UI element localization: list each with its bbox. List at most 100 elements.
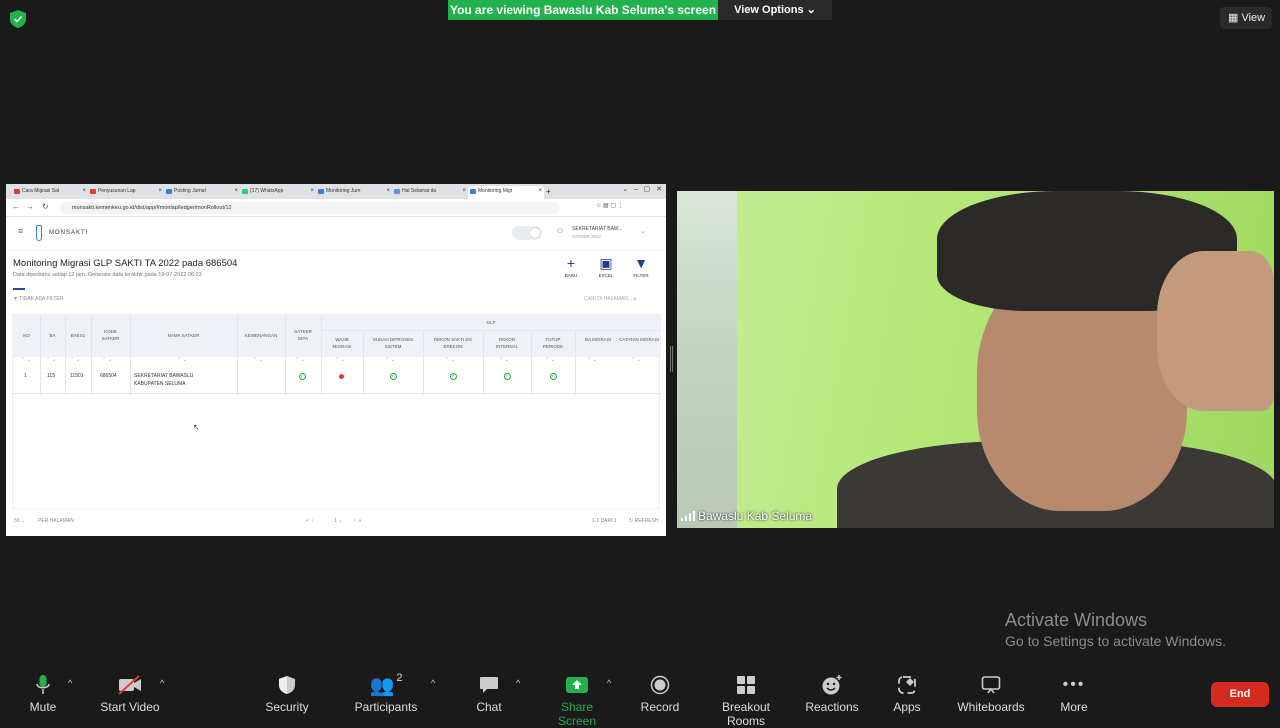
- breakout-rooms-button[interactable]: Breakout Rooms: [702, 672, 790, 728]
- col-rekon-sakti[interactable]: REKON SAKTI DG EREKON: [427, 336, 479, 350]
- monsakti-icon: [318, 189, 324, 194]
- col-satker-dipa[interactable]: SATKER DIPA: [290, 328, 316, 342]
- new-button[interactable]: + BARU: [556, 256, 586, 278]
- back-icon[interactable]: ←: [12, 202, 20, 211]
- sort-icon[interactable]: ⌃ ⌄: [631, 357, 641, 363]
- browser-tab[interactable]: (17) WhatsApp ×: [240, 186, 316, 199]
- breakout-rooms-label: Breakout Rooms: [721, 700, 771, 728]
- pagination-next-last[interactable]: › »: [354, 518, 361, 524]
- security-button[interactable]: Security: [262, 672, 312, 714]
- browser-tab-bar: Cara Migrasi Sal × Penyusunan Lap × Postin…: [6, 184, 666, 199]
- col-kewenangan[interactable]: KEWENANGAN: [237, 332, 285, 339]
- view-button[interactable]: ▦ View: [1220, 7, 1272, 29]
- view-options-label: View Options: [734, 4, 804, 16]
- chevron-down-icon: ⌄: [806, 4, 816, 16]
- sort-icon[interactable]: ⌃ ⌄: [385, 357, 395, 363]
- security-shield-icon[interactable]: [10, 10, 26, 28]
- sort-icon[interactable]: ⌃ ⌄: [545, 357, 555, 363]
- sort-icon[interactable]: ⌃ ⌄: [445, 357, 455, 363]
- mute-button[interactable]: Mute: [23, 672, 63, 714]
- close-icon[interactable]: ×: [462, 186, 466, 197]
- close-icon[interactable]: ×: [234, 186, 238, 197]
- browser-tab[interactable]: Hal Selamat da ×: [392, 186, 468, 199]
- close-icon[interactable]: ×: [538, 186, 542, 197]
- browser-tab[interactable]: Monitoring Jurn ×: [316, 186, 392, 199]
- excel-icon: ▣: [599, 255, 613, 271]
- reactions-button[interactable]: Reactions: [804, 672, 860, 714]
- browser-tab[interactable]: Posting Jurnal ×: [164, 186, 240, 199]
- col-sudah-diproses[interactable]: SUDAH DIPROSES SISTEM: [367, 336, 419, 350]
- col-rekon-internal[interactable]: REKON INTERNAL: [491, 336, 523, 350]
- sort-icon[interactable]: ⌃ ⌄: [102, 357, 112, 363]
- browser-tab-active[interactable]: Monitoring Migr ×: [468, 186, 544, 199]
- excel-button[interactable]: ▣ EXCEL: [591, 256, 621, 278]
- filter-button[interactable]: ▼ FILTER: [626, 256, 656, 278]
- sort-icon[interactable]: ⌃ ⌄: [499, 357, 509, 363]
- record-button[interactable]: Record: [638, 672, 682, 714]
- page-value: 1: [334, 518, 337, 524]
- col-baes1[interactable]: BAES1: [65, 332, 91, 339]
- result-range: 1-1 DARI 1: [592, 518, 617, 524]
- page-search[interactable]: CARI DI HALAMAN... ⌕: [584, 296, 636, 302]
- sort-icon[interactable]: ⌃ ⌄: [177, 357, 187, 363]
- sort-icon[interactable]: ⌃ ⌄: [253, 357, 263, 363]
- tab-label: Penyusunan Lap: [98, 188, 136, 194]
- sort-icon[interactable]: ⌃ ⌄: [335, 357, 345, 363]
- col-catatan-migrasi[interactable]: CATATAN MIGRASI: [619, 336, 659, 343]
- share-screen-button[interactable]: Share Screen: [542, 672, 612, 728]
- sort-icon[interactable]: ⌃ ⌄: [295, 357, 305, 363]
- forward-icon[interactable]: →: [26, 202, 34, 211]
- refresh-button[interactable]: ↻ REFRESH: [629, 518, 659, 524]
- menu-icon[interactable]: ≡: [18, 226, 23, 236]
- start-video-button[interactable]: Start Video: [99, 672, 161, 714]
- col-ba[interactable]: BA: [40, 332, 65, 339]
- more-button[interactable]: ••• More: [1054, 672, 1094, 714]
- pagination-first-prev[interactable]: « ‹: [306, 518, 313, 524]
- view-options-button[interactable]: View Options ⌄: [718, 0, 832, 20]
- participants-button[interactable]: 👥 2 Participants: [354, 672, 418, 714]
- shared-screen[interactable]: Cara Migrasi Sal × Penyusunan Lap × Postin…: [6, 184, 666, 536]
- sort-icon[interactable]: ⌃ ⌄: [70, 357, 80, 363]
- apps-button[interactable]: Apps: [888, 672, 926, 714]
- col-nama-satker[interactable]: NAMA SATKER: [130, 332, 237, 339]
- chat-options-caret[interactable]: ^: [516, 678, 520, 688]
- video-options-caret[interactable]: ^: [160, 678, 164, 688]
- refresh-label: REFRESH: [634, 518, 659, 524]
- close-icon[interactable]: ×: [82, 186, 86, 197]
- share-options-caret[interactable]: ^: [607, 678, 611, 688]
- close-icon[interactable]: ×: [158, 186, 162, 197]
- chat-button[interactable]: Chat: [469, 672, 509, 714]
- window-controls[interactable]: ⌄ – ▢ ✕: [622, 185, 662, 193]
- sort-icon[interactable]: ⌃ ⌄: [21, 357, 31, 363]
- col-ba-migrasi[interactable]: BA MIGRASI: [583, 336, 613, 343]
- sort-icon[interactable]: ⌃ ⌄: [587, 357, 597, 363]
- col-wajib-migrasi[interactable]: WAJIB MIGRASI: [327, 336, 357, 350]
- user-menu[interactable]: SEKRETARIAT BAW... SATKER 2022: [572, 226, 622, 240]
- participants-options-caret[interactable]: ^: [431, 678, 435, 688]
- end-meeting-button[interactable]: End: [1211, 682, 1269, 707]
- participants-label: Participants: [354, 700, 418, 714]
- browser-tab[interactable]: Cara Migrasi Sal ×: [12, 186, 88, 199]
- col-no[interactable]: NO: [13, 332, 40, 339]
- page-select[interactable]: 1 ⌄: [334, 518, 342, 524]
- close-icon[interactable]: ×: [310, 186, 314, 197]
- url-field[interactable]: monsakti.kemenkeu.go.id/dist/app/#monlap…: [60, 202, 560, 214]
- close-icon[interactable]: ×: [386, 186, 390, 197]
- page-size-select[interactable]: 50 ⌄: [14, 518, 25, 524]
- tab-label: Cara Migrasi Sal: [22, 188, 59, 194]
- whiteboards-button[interactable]: Whiteboards: [954, 672, 1028, 714]
- col-tutup-periode[interactable]: TUTUP PERIODE: [537, 336, 569, 350]
- sort-icon[interactable]: ⌃ ⌄: [46, 357, 56, 363]
- reload-icon[interactable]: ↻: [42, 202, 49, 211]
- chevron-down-icon[interactable]: ⌄: [640, 227, 646, 235]
- col-kode-satker[interactable]: KODE SATKER: [97, 328, 124, 342]
- new-tab-button[interactable]: +: [544, 186, 556, 199]
- address-bar-row: ← → ↻ monsakti.kemenkeu.go.id/dist/app/#…: [6, 199, 666, 217]
- status-red-dot-icon: [339, 374, 344, 379]
- theme-toggle[interactable]: [512, 226, 542, 240]
- audio-options-caret[interactable]: ^: [68, 678, 72, 688]
- browser-tab[interactable]: Penyusunan Lap ×: [88, 186, 164, 199]
- participant-video-tile[interactable]: Bawaslu Kab Seluma: [677, 191, 1274, 528]
- split-resize-handle[interactable]: [670, 346, 673, 372]
- extension-icons[interactable]: ☆ ▤ ▢ ⋮: [596, 202, 624, 209]
